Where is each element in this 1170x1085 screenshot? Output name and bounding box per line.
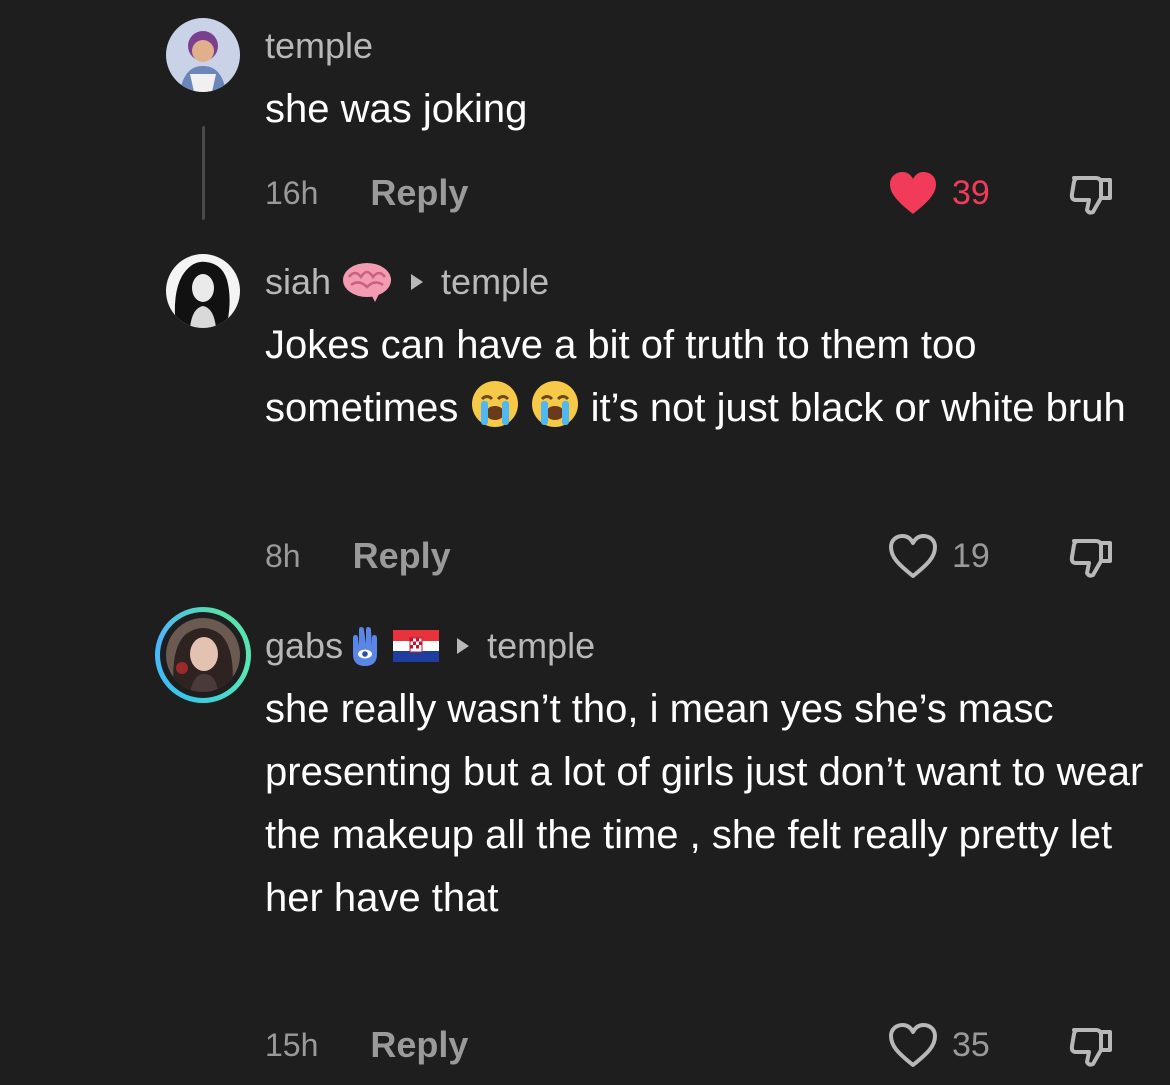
heart-icon bbox=[889, 534, 937, 578]
comment-text: Jokes can have a bit of truth to them to… bbox=[265, 314, 1145, 440]
heart-icon bbox=[890, 172, 936, 214]
username[interactable]: siah bbox=[265, 261, 331, 303]
comment-meta: 16h Reply bbox=[265, 168, 468, 218]
hamsa-emoji bbox=[345, 624, 385, 668]
dislike-button[interactable] bbox=[1066, 531, 1116, 581]
comment-text: she was joking bbox=[265, 87, 528, 131]
comment-header: siah temple bbox=[265, 260, 549, 304]
avatar[interactable] bbox=[166, 254, 240, 328]
like-count: 19 bbox=[952, 536, 990, 575]
avatar[interactable] bbox=[155, 607, 251, 703]
reply-button[interactable]: Reply bbox=[353, 535, 451, 577]
thumbs-down-icon bbox=[1069, 176, 1112, 215]
comment-text-part-2: it’s not just black or white bruh bbox=[579, 386, 1126, 430]
comment-header: gabs temple bbox=[265, 624, 595, 668]
timestamp: 16h bbox=[265, 174, 319, 211]
thumbs-down-icon bbox=[1069, 539, 1112, 578]
comment-header: temple bbox=[265, 24, 373, 68]
comment-meta: 15h Reply bbox=[265, 1020, 468, 1070]
like-button[interactable]: 19 bbox=[888, 531, 990, 581]
like-count: 39 bbox=[952, 173, 990, 212]
dislike-button[interactable] bbox=[1066, 168, 1116, 218]
comment-text: she really wasn’t tho, i mean yes she’s … bbox=[265, 687, 1155, 920]
dislike-button[interactable] bbox=[1066, 1020, 1116, 1070]
croatia-flag-emoji bbox=[393, 630, 440, 662]
username[interactable]: gabs bbox=[265, 625, 343, 667]
timestamp: 8h bbox=[265, 537, 301, 574]
like-button[interactable]: 35 bbox=[888, 1020, 990, 1070]
thumbs-down-icon bbox=[1069, 1028, 1112, 1067]
like-button[interactable]: 39 bbox=[888, 168, 990, 218]
avatar-temple-image bbox=[166, 18, 240, 92]
brain-emoji bbox=[341, 261, 393, 303]
heart-icon bbox=[889, 1023, 937, 1067]
username[interactable]: temple bbox=[265, 25, 373, 67]
comment-meta: 8h Reply bbox=[265, 531, 451, 581]
avatar[interactable] bbox=[166, 18, 240, 92]
reply-to-username[interactable]: temple bbox=[441, 261, 549, 303]
reply-to-username[interactable]: temple bbox=[487, 625, 595, 667]
like-count: 35 bbox=[952, 1025, 990, 1064]
play-arrow-icon bbox=[457, 638, 470, 654]
timestamp: 15h bbox=[265, 1026, 319, 1063]
play-arrow-icon bbox=[411, 274, 424, 290]
thread-line bbox=[202, 126, 205, 220]
reply-button[interactable]: Reply bbox=[370, 1024, 468, 1066]
loudly-crying-face-emoji bbox=[471, 381, 518, 427]
avatar-gabs-image bbox=[166, 618, 240, 692]
avatar-siah-image bbox=[166, 254, 240, 328]
reply-button[interactable]: Reply bbox=[370, 172, 468, 214]
loudly-crying-face-emoji bbox=[531, 381, 578, 427]
